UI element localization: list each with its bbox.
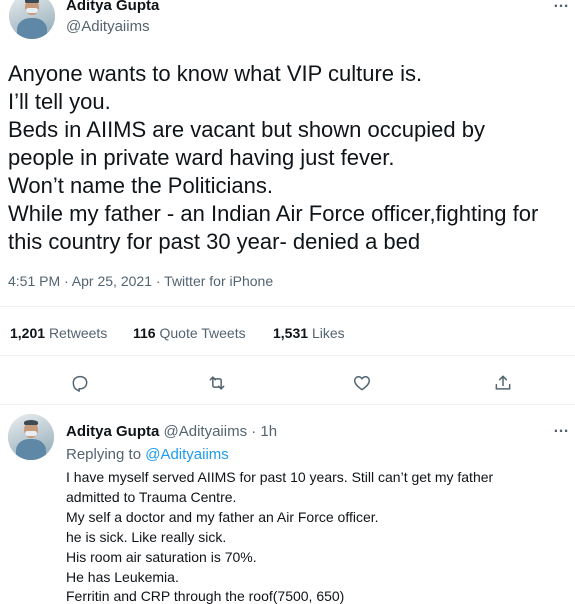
retweets-label: Retweets: [48, 325, 108, 341]
likes-count: 1,531: [273, 325, 309, 341]
reply-author-name[interactable]: Aditya Gupta: [66, 423, 159, 440]
reply-button[interactable]: [68, 371, 92, 395]
tweet-text-line: Anyone wants to know what VIP culture is…: [8, 61, 423, 86]
reply-text-line: He has Leukemia.: [66, 569, 179, 585]
divider: [0, 306, 575, 307]
replying-to-label: Replying to: [66, 446, 142, 463]
reply-text-line: My self a doctor and my father an Air Fo…: [66, 509, 379, 525]
reply-time[interactable]: · 1h: [251, 423, 277, 440]
reply-text-line: Ferritin and CRP through the roof(7500, …: [66, 588, 345, 604]
retweet-button[interactable]: [205, 371, 229, 395]
reply-text-line: His room air saturation is 70%.: [66, 549, 257, 565]
like-button[interactable]: [350, 371, 374, 395]
share-button[interactable]: [491, 371, 515, 395]
tweet-timestamp[interactable]: 4:51 PM · Apr 25, 2021 · Twitter for iPh…: [8, 273, 273, 289]
tweet-text-line: I’ll tell you.: [8, 89, 111, 114]
likes-label: Likes: [311, 325, 345, 341]
tweet-text-line: people in private ward having just fever…: [8, 145, 395, 170]
retweet-icon: [209, 376, 225, 390]
tweet-text-line: While my father - an Indian Air Force of…: [8, 201, 539, 226]
quote-tweets-stat[interactable]: 116 Quote Tweets: [133, 325, 246, 341]
likes-stat[interactable]: 1,531 Likes: [273, 325, 345, 341]
quotes-count: 116: [133, 325, 156, 341]
quotes-label: Quote Tweets: [159, 325, 246, 341]
replying-to-handle[interactable]: @Adityaiims: [145, 446, 229, 463]
tweet-text-line: Beds in AIIMS are vacant but shown occup…: [8, 117, 485, 142]
reply-text-line: I have myself served AIIMS for past 10 y…: [66, 469, 494, 485]
reply-text-line: admitted to Trauma Centre.: [66, 489, 237, 505]
reply-header: Aditya Gupta @Adityaiims · 1h: [66, 423, 277, 440]
author-handle[interactable]: @Adityaiims: [66, 18, 150, 35]
reply-text-line: he is sick. Like really sick.: [66, 529, 227, 545]
divider: [0, 404, 575, 405]
reply-author-handle[interactable]: @Adityaiims: [164, 423, 248, 440]
author-avatar[interactable]: [9, 0, 55, 39]
reply-more-options-icon[interactable]: …: [553, 419, 570, 437]
retweets-count: 1,201: [10, 325, 46, 341]
tweet-text-line: this country for past 30 year- denied a …: [8, 229, 421, 254]
more-options-icon[interactable]: …: [553, 0, 570, 12]
reply-author-avatar[interactable]: [8, 414, 54, 460]
tweet-text-line: Won’t name the Politicians.: [8, 173, 273, 198]
reply-icon: [72, 375, 88, 392]
share-icon: [495, 375, 511, 390]
retweets-stat[interactable]: 1,201 Retweets: [10, 325, 107, 341]
like-icon: [353, 376, 371, 391]
replying-to: Replying to @Adityaiims: [66, 445, 229, 464]
author-name[interactable]: Aditya Gupta: [66, 0, 159, 14]
divider: [0, 355, 575, 356]
